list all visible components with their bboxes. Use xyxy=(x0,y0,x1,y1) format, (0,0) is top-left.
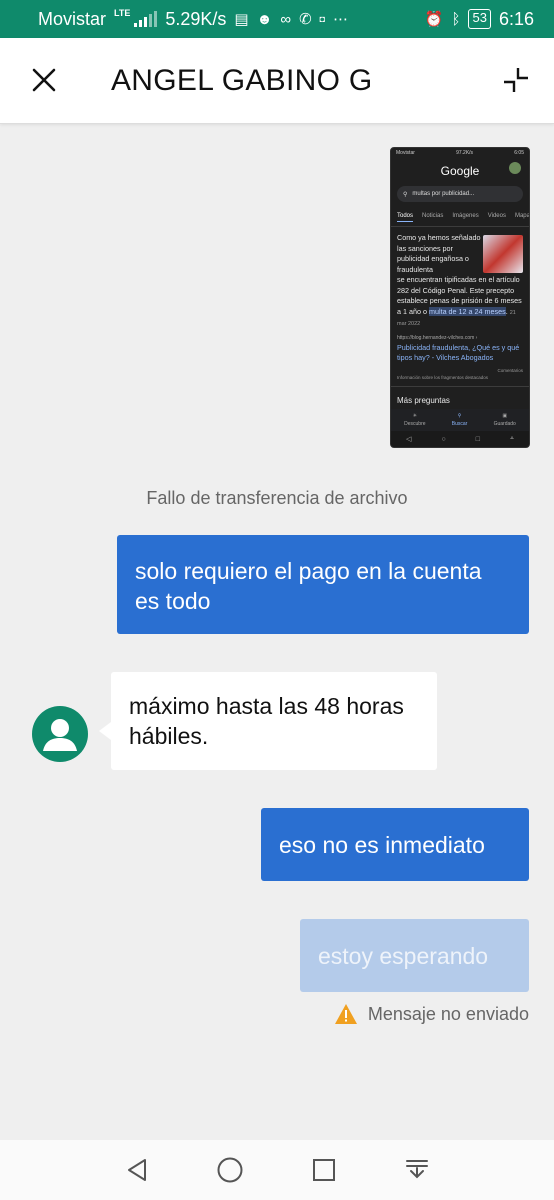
thumb-nav-item: ✳ Descubre xyxy=(404,413,426,427)
warning-icon xyxy=(334,1004,357,1024)
thumb-tab: Videos xyxy=(487,213,506,219)
message-text: estoy esperando xyxy=(318,942,489,969)
close-icon xyxy=(32,68,56,92)
recents-icon xyxy=(312,1159,335,1181)
thumb-tab: Imágenes xyxy=(452,213,479,219)
thumb-home-icon: ○ xyxy=(441,435,446,443)
thumb-tabs: Todos Noticias Imágenes Videos Mapa xyxy=(391,206,529,227)
contact-avatar[interactable] xyxy=(32,706,88,762)
google-logo: Google xyxy=(440,164,480,178)
alarm-icon: ⏰ xyxy=(424,10,444,28)
thumb-search-icon: ⚲ xyxy=(403,191,408,198)
recents-button[interactable] xyxy=(304,1150,344,1190)
thumb-carrier: Movistar xyxy=(396,150,415,156)
clock: 6:16 xyxy=(498,8,534,29)
message-icon: ▤ xyxy=(234,10,249,28)
messenger-icon: ✆ xyxy=(299,10,312,28)
temu-icon: ◘ xyxy=(319,13,326,24)
pull-down-icon xyxy=(406,1160,429,1179)
thumb-time: 6:05 xyxy=(514,150,524,156)
thumb-back-icon: ◁ xyxy=(406,436,412,443)
person-icon xyxy=(43,719,77,751)
back-icon xyxy=(127,1159,146,1181)
thumb-search-text: multas por publicidad... xyxy=(412,191,475,197)
thumb-snippet-highlight: multa de 12 a 24 meses xyxy=(428,306,506,316)
thumb-tab: Todos xyxy=(397,213,414,222)
thumb-tab: Mapa xyxy=(514,213,530,219)
thumb-search-box: ⚲ multas por publicidad... xyxy=(397,186,523,202)
incoming-message[interactable]: máximo hasta las 48 horas hábiles. xyxy=(111,672,437,770)
collapse-icon xyxy=(504,68,528,92)
thumb-nav-item: ▣ Guardado xyxy=(493,413,516,427)
message-not-sent-status[interactable]: Mensaje no enviado xyxy=(334,1003,529,1025)
thumb-result-url: https://blog.hernandez-vilches.com › xyxy=(397,334,478,341)
thumb-avatar xyxy=(509,162,521,174)
voicemail-icon: ∞ xyxy=(280,10,292,28)
home-icon xyxy=(217,1157,243,1183)
more-icon: ⋯ xyxy=(333,10,349,28)
thumb-tab: Noticias xyxy=(422,213,444,219)
close-button[interactable] xyxy=(24,60,64,100)
image-attachment[interactable]: Movistar 97.2K/s 6:05 Google ⚲ multas po… xyxy=(390,147,530,448)
thumb-speed: 97.2K/s xyxy=(456,150,474,156)
bluetooth-icon: ᛒ xyxy=(451,10,461,28)
status-bar: Movistar LTE 5.29K/s ▤ ☻ ∞ ✆ ◘ ⋯ ⏰ ᛒ 53 … xyxy=(0,0,554,38)
carrier-name: Movistar xyxy=(38,8,107,29)
message-text: eso no es inmediato xyxy=(279,831,485,858)
thumb-result-image xyxy=(483,235,523,273)
thumb-recents-icon: □ xyxy=(475,435,480,443)
not-sent-label: Mensaje no enviado xyxy=(367,1003,529,1024)
contact-name: ANGEL GABINO G xyxy=(111,64,373,97)
home-button[interactable] xyxy=(210,1150,250,1190)
network-speed: 5.29K/s xyxy=(165,8,227,29)
thumb-down-icon: ⩡ xyxy=(510,435,514,442)
bubble-tail xyxy=(99,722,111,740)
notification-shade-button[interactable] xyxy=(397,1150,437,1190)
thumb-comments: Comentarios xyxy=(497,367,523,373)
thumb-system-nav: ◁ ○ □ ⩡ xyxy=(391,431,529,447)
status-left: Movistar LTE 5.29K/s ▤ ☻ ∞ ✆ ◘ ⋯ xyxy=(38,8,349,30)
message-text: máximo hasta las 48 horas hábiles. xyxy=(129,693,404,749)
status-right: ⏰ ᛒ 53 6:16 xyxy=(425,9,534,30)
thumb-status-bar: Movistar 97.2K/s 6:05 xyxy=(391,148,529,158)
chat-bubble-icon: ☻ xyxy=(256,10,273,28)
unsent-message[interactable]: estoy esperando xyxy=(300,919,529,992)
thumb-nav: ✳ Descubre ⚲ Buscar ▣ Guardado xyxy=(391,409,529,431)
thumb-featured-info: Información sobre los fragmentos destaca… xyxy=(397,374,489,380)
thumb-result-title: Publicidad fraudulenta, ¿Qué es y qué ti… xyxy=(397,342,520,362)
outgoing-message[interactable]: eso no es inmediato xyxy=(261,808,529,881)
minimize-button[interactable] xyxy=(496,60,536,100)
message-text: solo requiero el pago en la cuenta es to… xyxy=(135,557,482,614)
thumb-snippet: se encuentran tipificadas en el artículo… xyxy=(397,275,522,327)
outgoing-message[interactable]: solo requiero el pago en la cuenta es to… xyxy=(117,535,529,634)
battery-icon: 53 xyxy=(468,9,491,29)
back-button[interactable] xyxy=(117,1150,157,1190)
thumb-nav-item: ⚲ Buscar xyxy=(451,413,468,427)
file-transfer-failed-note: Fallo de transferencia de archivo xyxy=(146,488,408,508)
chat-header: ANGEL GABINO G xyxy=(0,38,554,124)
thumb-snippet-lead: Como ya hemos señalado las sanciones por… xyxy=(397,233,481,274)
signal-icon xyxy=(134,11,158,27)
network-type: LTE xyxy=(114,8,131,18)
system-navigation-bar xyxy=(0,1140,554,1200)
thumb-more-questions: Más preguntas xyxy=(391,385,529,405)
